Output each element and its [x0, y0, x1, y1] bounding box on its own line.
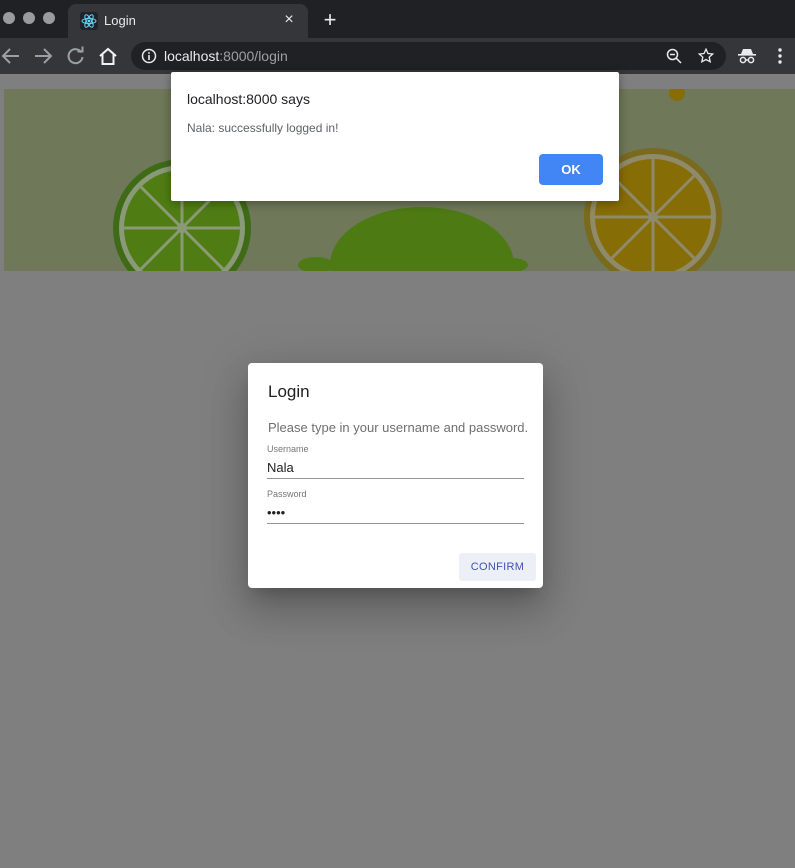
username-input[interactable] [267, 457, 524, 479]
login-dialog: Login Please type in your username and p… [248, 363, 543, 588]
info-icon[interactable] [141, 48, 157, 64]
menu-dots-icon[interactable] [770, 47, 790, 65]
alert-message: Nala: successfully logged in! [187, 121, 339, 135]
zoom-icon[interactable] [666, 48, 682, 64]
alert-title: localhost:8000 says [187, 91, 310, 107]
login-instructions: Please type in your username and passwor… [268, 420, 529, 435]
tab-title: Login [104, 13, 136, 28]
address-bar[interactable]: localhost:8000/login [131, 42, 726, 70]
new-tab-icon[interactable]: + [318, 8, 342, 32]
ok-button[interactable]: OK [539, 154, 603, 185]
reload-icon[interactable] [65, 46, 87, 66]
browser-tab-bar: Login × + [0, 0, 795, 38]
window-minimize-icon[interactable] [23, 12, 35, 24]
browser-toolbar: localhost:8000/login [0, 38, 795, 74]
window-maximize-icon[interactable] [43, 12, 55, 24]
username-label: Username [267, 444, 309, 454]
tab-close-icon[interactable]: × [280, 11, 298, 29]
browser-tab-login[interactable]: Login × [68, 4, 308, 38]
confirm-button[interactable]: CONFIRM [459, 553, 536, 581]
bookmark-star-icon[interactable] [698, 48, 714, 64]
home-icon[interactable] [97, 46, 119, 66]
url-host: localhost [164, 48, 220, 64]
back-arrow-icon[interactable] [0, 46, 22, 66]
url-path: :8000/login [219, 48, 288, 64]
url-text: localhost:8000/login [164, 48, 288, 64]
password-label: Password [267, 489, 307, 499]
incognito-icon[interactable] [737, 47, 757, 65]
window-close-icon[interactable] [3, 12, 15, 24]
forward-arrow-icon[interactable] [32, 46, 54, 66]
react-favicon-icon [80, 12, 98, 30]
login-title: Login [268, 382, 310, 401]
password-input[interactable] [267, 502, 524, 524]
browser-alert-dialog: localhost:8000 says Nala: successfully l… [171, 72, 619, 201]
